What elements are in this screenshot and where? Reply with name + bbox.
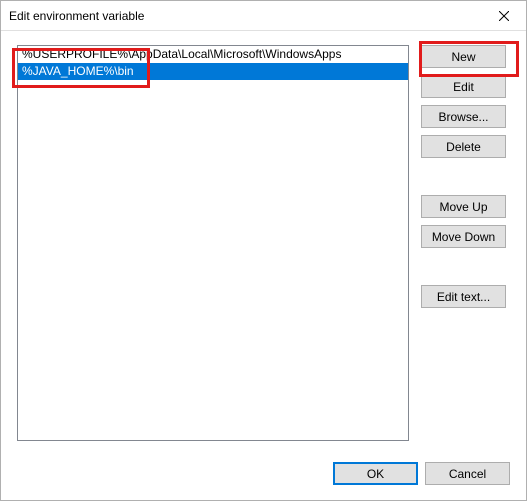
close-icon (499, 11, 509, 21)
list-item[interactable]: %JAVA_HOME%\bin (18, 63, 408, 80)
edit-button[interactable]: Edit (421, 75, 506, 98)
cancel-button[interactable]: Cancel (425, 462, 510, 485)
dialog-content: %USERPROFILE%\AppData\Local\Microsoft\Wi… (1, 31, 526, 500)
list-item[interactable]: %USERPROFILE%\AppData\Local\Microsoft\Wi… (18, 46, 408, 63)
delete-button[interactable]: Delete (421, 135, 506, 158)
browse-button[interactable]: Browse... (421, 105, 506, 128)
edit-text-button[interactable]: Edit text... (421, 285, 506, 308)
move-down-button[interactable]: Move Down (421, 225, 506, 248)
dialog-footer: OK Cancel (333, 462, 510, 485)
ok-button[interactable]: OK (333, 462, 418, 485)
move-up-button[interactable]: Move Up (421, 195, 506, 218)
path-listbox[interactable]: %USERPROFILE%\AppData\Local\Microsoft\Wi… (17, 45, 409, 441)
titlebar: Edit environment variable (1, 1, 526, 31)
spacer (421, 165, 506, 188)
spacer (421, 255, 506, 278)
buttons-column: New Edit Browse... Delete Move Up Move D… (421, 45, 506, 441)
close-button[interactable] (481, 1, 526, 31)
new-button[interactable]: New (421, 45, 506, 68)
window-title: Edit environment variable (9, 9, 144, 23)
